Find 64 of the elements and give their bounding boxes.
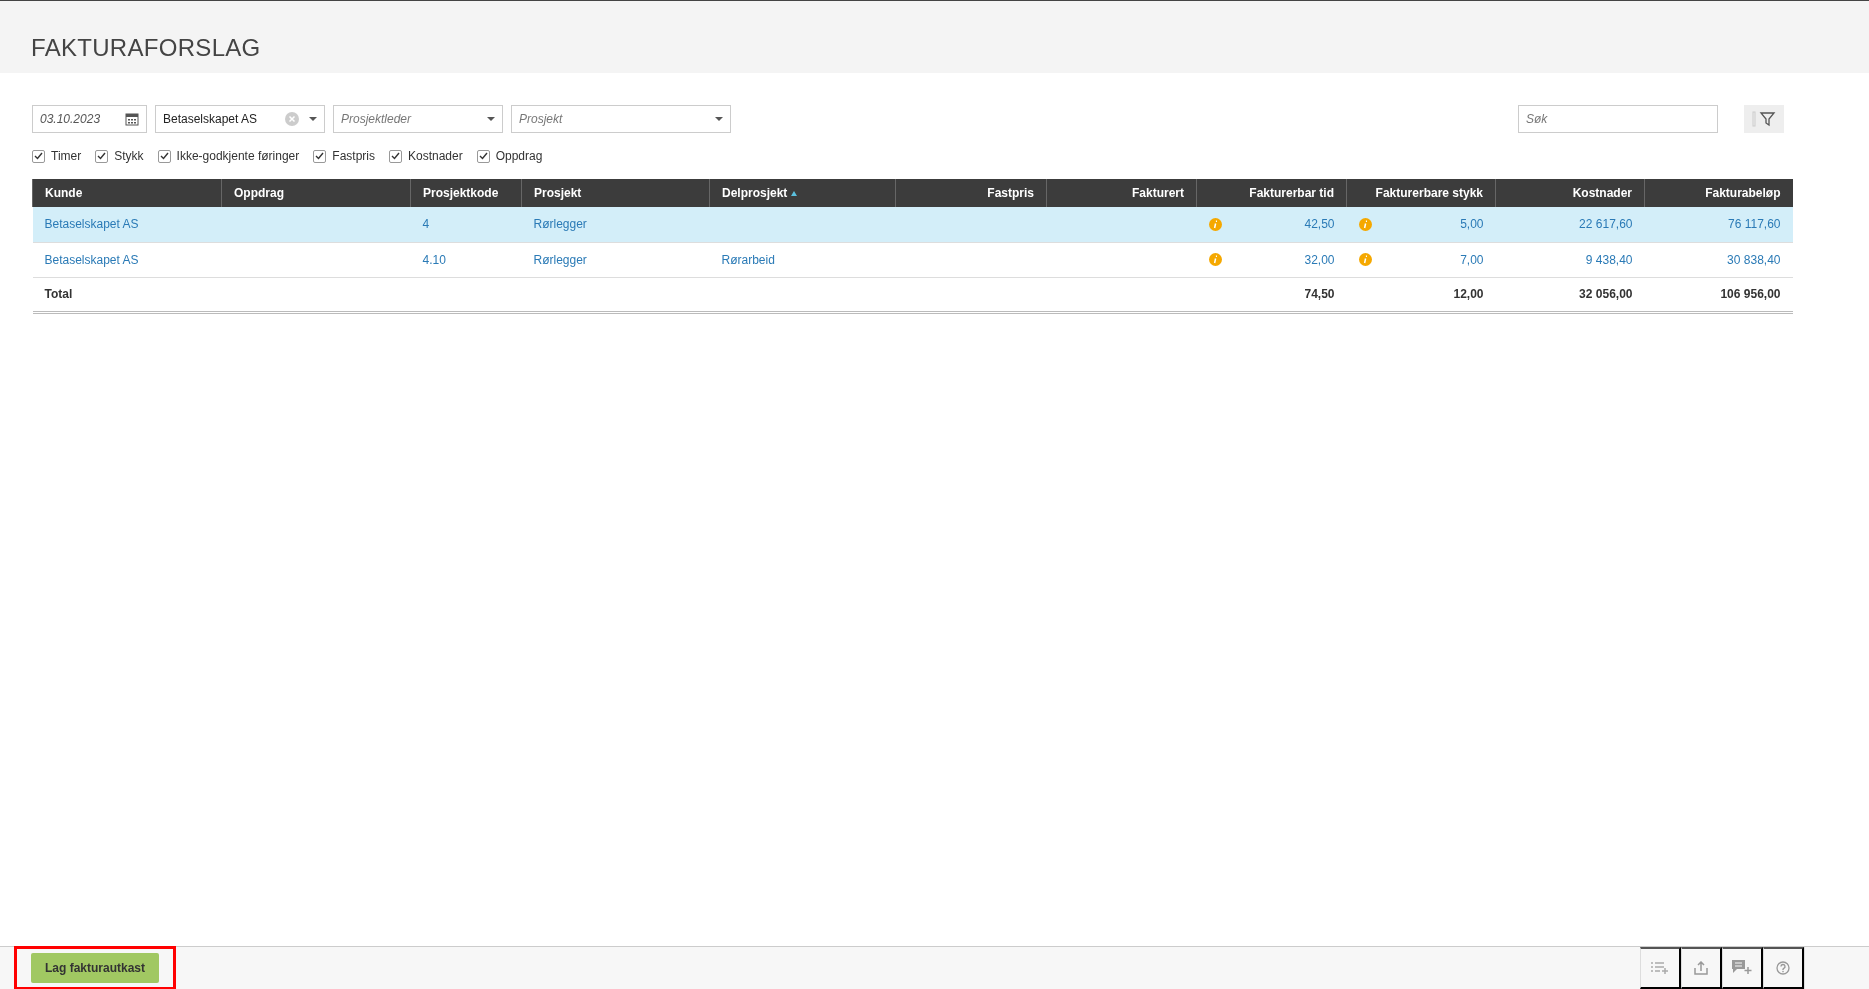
- column-header[interactable]: Fakturert: [1046, 179, 1197, 207]
- project-leader-select[interactable]: Prosjektleder: [333, 105, 503, 133]
- search-field[interactable]: Søk: [1518, 105, 1718, 133]
- table-cell: 4.10: [410, 242, 522, 277]
- table-cell-text: 42,50: [1304, 216, 1335, 234]
- column-header[interactable]: Delprosjekt: [709, 179, 896, 207]
- table-cell: 74,50: [1196, 277, 1347, 312]
- table-cell: 76 117,60: [1644, 207, 1793, 242]
- checkbox[interactable]: [313, 149, 327, 163]
- filter-button[interactable]: [1744, 105, 1784, 133]
- total-label: Total: [32, 277, 222, 312]
- checkbox[interactable]: [95, 149, 109, 163]
- table-cell-text: 7,00: [1460, 251, 1484, 269]
- table-cell-text: 5,00: [1460, 216, 1484, 234]
- checkbox-label: Kostnader: [408, 148, 463, 165]
- date-field[interactable]: 03.10.2023: [32, 105, 147, 133]
- add-comment-button[interactable]: [1722, 947, 1763, 989]
- column-header[interactable]: Fakturabeløp: [1644, 179, 1793, 207]
- table-cell-text: 32,00: [1304, 251, 1335, 269]
- checkbox[interactable]: [157, 149, 171, 163]
- calendar-icon: [125, 112, 139, 126]
- table-cell: Rørlegger: [521, 242, 710, 277]
- caret-icon: [487, 117, 495, 121]
- table-cell: 22 617,60: [1495, 207, 1645, 242]
- column-header[interactable]: Prosjektkode: [410, 179, 522, 207]
- table-cell: 4: [410, 207, 522, 242]
- table-cell: Betaselskapet AS: [32, 207, 222, 242]
- add-list-button[interactable]: [1640, 947, 1681, 989]
- checkbox[interactable]: [32, 149, 45, 163]
- checkbox[interactable]: [389, 149, 402, 163]
- column-header[interactable]: Fastpris: [895, 179, 1047, 207]
- column-header[interactable]: Oppdrag: [221, 179, 411, 207]
- checkbox-label: Oppdrag: [495, 148, 543, 165]
- customer-select[interactable]: Betaselskapet AS: [155, 105, 325, 133]
- checkbox-label: Stykk: [114, 148, 144, 165]
- table-cell: 12,00: [1346, 277, 1496, 312]
- comment-add-icon: [1732, 960, 1752, 976]
- help-button[interactable]: [1763, 947, 1804, 989]
- upload-icon: [1694, 961, 1708, 975]
- list-add-icon: [1651, 961, 1669, 975]
- checkbox-label: Ikke-godkjente føringer: [176, 148, 300, 165]
- table-cell: Rørarbeid: [709, 242, 896, 277]
- table-cell: Rørlegger: [521, 207, 710, 242]
- column-header[interactable]: Kunde: [32, 179, 222, 207]
- caret-icon: [309, 117, 317, 121]
- help-icon: [1776, 961, 1790, 975]
- column-header[interactable]: Fakturerbare stykk: [1346, 179, 1496, 207]
- checkbox[interactable]: [476, 149, 490, 163]
- caret-icon: [715, 117, 723, 121]
- table-cell: 9 438,40: [1495, 242, 1645, 277]
- checkbox-label: Timer: [51, 148, 82, 165]
- filter-icon: [1752, 111, 1776, 127]
- create-invoice-draft-button[interactable]: Lag fakturautkast: [31, 953, 160, 983]
- table-cell: 32 056,00: [1495, 277, 1645, 312]
- table-cell: 30 838,40: [1644, 242, 1793, 277]
- table-cell: 106 956,00: [1644, 277, 1793, 312]
- column-header[interactable]: Kostnader: [1495, 179, 1645, 207]
- column-header[interactable]: Prosjekt: [521, 179, 710, 207]
- export-button[interactable]: [1681, 947, 1722, 989]
- page-title: FAKTURAFORSLAG: [31, 34, 261, 63]
- checkbox-label: Fastpris: [332, 148, 375, 165]
- column-header[interactable]: Fakturerbar tid: [1196, 179, 1347, 207]
- table-cell: Betaselskapet AS: [32, 242, 222, 277]
- project-select[interactable]: Prosjekt: [511, 105, 731, 133]
